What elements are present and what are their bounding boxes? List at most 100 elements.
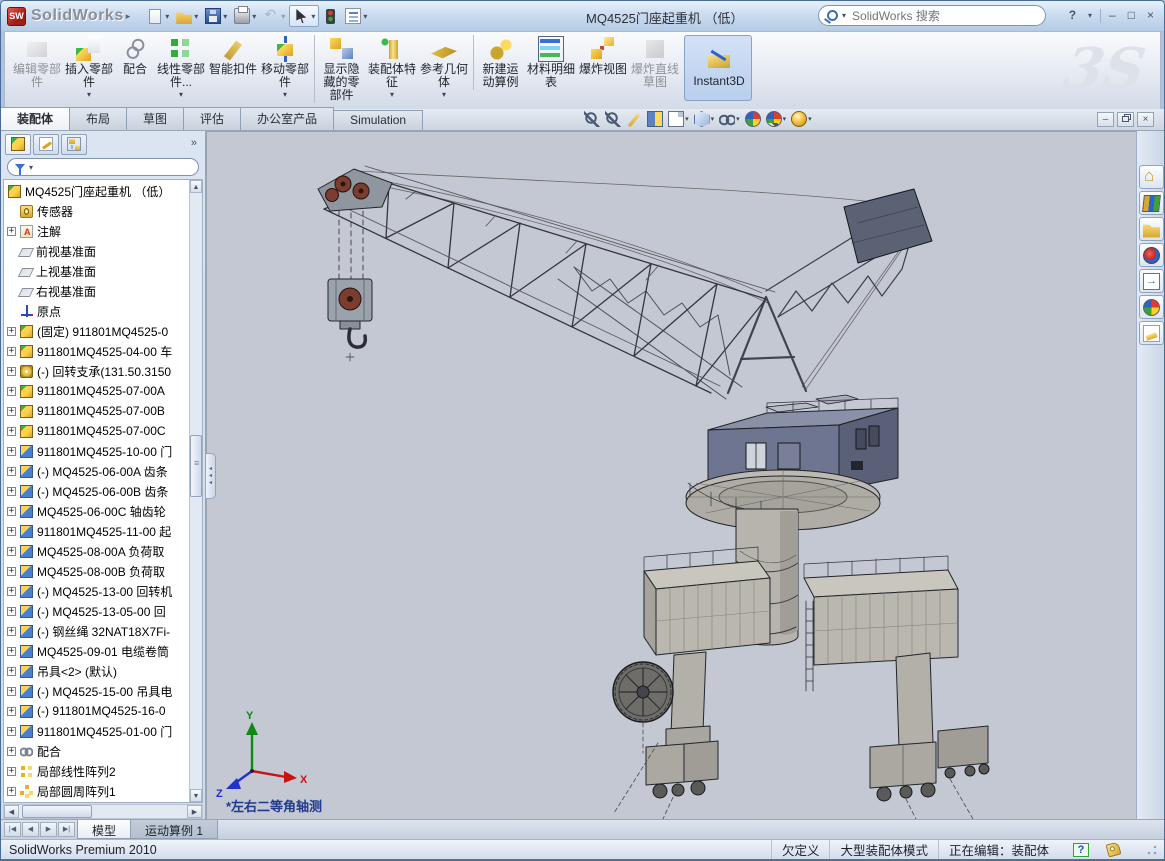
view-toolbar-button[interactable]: ▾ bbox=[765, 110, 788, 128]
expand-toggle[interactable] bbox=[7, 547, 16, 556]
help-button[interactable]: ? bbox=[1065, 7, 1080, 24]
quick-tips-help-icon[interactable]: ? bbox=[1073, 843, 1089, 857]
dropdown-arrow-icon[interactable]: ▾ bbox=[711, 115, 715, 123]
tree-root-item[interactable]: MQ4525门座起重机 （低） bbox=[4, 181, 189, 201]
tree-item[interactable]: 传感器 bbox=[4, 201, 189, 221]
tree-item[interactable]: 911801MQ4525-01-00 门 bbox=[4, 721, 189, 741]
search-input[interactable] bbox=[850, 8, 1037, 24]
sheet-nav-button[interactable]: ◀ bbox=[22, 822, 39, 837]
dropdown-arrow-icon[interactable]: ▾ bbox=[87, 90, 91, 99]
dropdown-arrow-icon[interactable]: ▾ bbox=[252, 12, 256, 21]
tree-item[interactable]: (-) MQ4525-13-05-00 回 bbox=[4, 601, 189, 621]
tree-item[interactable]: 配合 bbox=[4, 741, 189, 761]
tree-item[interactable]: MQ4525-09-01 电缆卷筒 bbox=[4, 641, 189, 661]
ribbon-button[interactable]: 智能扣件 ▾ bbox=[207, 35, 259, 77]
dropdown-arrow-icon[interactable]: ▾ bbox=[736, 115, 740, 123]
tree-item[interactable]: (-) MQ4525-15-00 吊具电 bbox=[4, 681, 189, 701]
expand-toggle[interactable] bbox=[7, 787, 16, 796]
help-dropdown-arrow-icon[interactable]: ▾ bbox=[1084, 7, 1096, 24]
ribbon-tab[interactable]: 装配体 bbox=[0, 107, 70, 130]
tree-item[interactable]: MQ4525-08-00B 负荷取 bbox=[4, 561, 189, 581]
sheet-tab[interactable]: 模型 bbox=[77, 820, 131, 839]
tree-item[interactable]: 前视基准面 bbox=[4, 241, 189, 261]
scrollbar-thumb[interactable] bbox=[190, 435, 202, 497]
ribbon-button[interactable]: 爆炸直线草图 ▾ bbox=[629, 35, 681, 90]
expand-toggle[interactable] bbox=[7, 367, 16, 376]
task-pane-button[interactable] bbox=[1139, 165, 1164, 189]
expand-toggle[interactable] bbox=[7, 647, 16, 656]
task-pane-button[interactable] bbox=[1139, 191, 1164, 215]
expand-toggle[interactable] bbox=[7, 727, 16, 736]
panel-tab[interactable] bbox=[61, 134, 87, 155]
sheet-tab[interactable]: 运动算例 1 bbox=[130, 820, 218, 839]
dropdown-arrow-icon[interactable]: ▾ bbox=[223, 12, 227, 21]
task-pane-button[interactable] bbox=[1139, 295, 1164, 319]
dropdown-arrow-icon[interactable]: ▾ bbox=[783, 115, 787, 123]
view-toolbar-button[interactable]: ▾ bbox=[693, 110, 716, 128]
dropdown-arrow-icon[interactable]: ▾ bbox=[363, 12, 367, 21]
view-toolbar-button[interactable]: ▾ bbox=[604, 110, 622, 128]
ribbon-tab[interactable]: Simulation bbox=[333, 110, 423, 130]
ribbon-button[interactable]: 插入零部件 ▾ bbox=[63, 35, 115, 100]
view-toolbar-button[interactable]: ▾ bbox=[646, 110, 664, 128]
ribbon-button[interactable]: 装配体特征 ▾ bbox=[366, 35, 418, 100]
view-toolbar-button[interactable]: ▾ bbox=[718, 110, 741, 128]
tree-item[interactable]: 右视基准面 bbox=[4, 281, 189, 301]
scroll-up-arrow-icon[interactable]: ▲ bbox=[190, 180, 202, 193]
tree-item[interactable]: (-) MQ4525-06-00B 齿条 bbox=[4, 481, 189, 501]
tree-filter[interactable]: ▾ bbox=[7, 158, 199, 176]
ribbon-button[interactable]: 新建运动算例 ▾ bbox=[473, 35, 525, 90]
minimize-button[interactable]: – bbox=[1105, 7, 1120, 24]
tree-item[interactable]: 局部线性阵列2 bbox=[4, 761, 189, 781]
expand-toggle[interactable] bbox=[7, 387, 16, 396]
tags-icon[interactable] bbox=[1106, 842, 1122, 858]
task-pane-button[interactable] bbox=[1139, 217, 1164, 241]
quick-access-button[interactable]: ▾ bbox=[144, 7, 172, 26]
ribbon-button[interactable]: 材料明细表 ▾ bbox=[525, 35, 577, 90]
expand-toggle[interactable] bbox=[7, 767, 16, 776]
tree-item[interactable]: 911801MQ4525-11-00 起 bbox=[4, 521, 189, 541]
expand-toggle[interactable] bbox=[7, 427, 16, 436]
tree-item[interactable]: MQ4525-06-00C 轴齿轮 bbox=[4, 501, 189, 521]
tree-item[interactable]: (-) 钢丝绳 32NAT18X7Fi- bbox=[4, 621, 189, 641]
dropdown-arrow-icon[interactable]: ▾ bbox=[179, 90, 183, 99]
graphics-viewport[interactable]: Y X Z ◂◂◂ *左右二等角轴测 bbox=[206, 131, 1136, 819]
scrollbar-thumb[interactable] bbox=[22, 805, 92, 818]
view-toolbar-button[interactable]: ▾ bbox=[667, 110, 690, 128]
scroll-left-arrow-icon[interactable]: ◀ bbox=[4, 805, 19, 818]
quick-access-button[interactable]: ▾ bbox=[320, 7, 341, 26]
dropdown-arrow-icon[interactable]: ▾ bbox=[311, 12, 315, 21]
tree-item[interactable]: (-) MQ4525-06-00A 齿条 bbox=[4, 461, 189, 481]
dropdown-arrow-icon[interactable]: ▾ bbox=[283, 90, 287, 99]
quick-access-button[interactable]: ▾ bbox=[342, 6, 370, 26]
task-pane-button[interactable] bbox=[1139, 243, 1164, 267]
panel-tab[interactable] bbox=[5, 134, 31, 155]
quick-access-button[interactable]: ▾ bbox=[173, 6, 201, 26]
dropdown-arrow-icon[interactable]: ▾ bbox=[194, 12, 198, 21]
expand-toggle[interactable] bbox=[7, 687, 16, 696]
ribbon-tab[interactable]: 布局 bbox=[69, 107, 127, 130]
quick-access-button[interactable]: ▾ bbox=[202, 6, 230, 26]
expand-toggle[interactable] bbox=[7, 607, 16, 616]
tree-item[interactable]: (-) 911801MQ4525-16-0 bbox=[4, 701, 189, 721]
view-toolbar-button[interactable]: ▾ bbox=[744, 110, 762, 128]
crane-model[interactable]: Y X Z bbox=[206, 131, 1136, 819]
tree-item[interactable]: MQ4525-08-00A 负荷取 bbox=[4, 541, 189, 561]
close-button[interactable]: × bbox=[1143, 7, 1158, 24]
expand-toggle[interactable] bbox=[7, 447, 16, 456]
task-pane-button[interactable] bbox=[1139, 269, 1164, 293]
panel-tab[interactable] bbox=[33, 134, 59, 155]
expand-toggle[interactable] bbox=[7, 327, 16, 336]
scroll-right-arrow-icon[interactable]: ▶ bbox=[187, 805, 202, 818]
resize-grip[interactable] bbox=[1146, 844, 1158, 856]
dropdown-arrow-icon[interactable]: ▾ bbox=[165, 12, 169, 21]
tree-item[interactable]: 911801MQ4525-04-00 车 bbox=[4, 341, 189, 361]
expand-toggle[interactable] bbox=[7, 347, 16, 356]
ribbon-button[interactable]: 爆炸视图 ▾ bbox=[577, 35, 629, 77]
sheet-nav-button[interactable]: ▶ bbox=[40, 822, 57, 837]
sheet-nav-button[interactable]: |◀ bbox=[4, 822, 21, 837]
tree-item[interactable]: 注解 bbox=[4, 221, 189, 241]
tree-item[interactable]: 911801MQ4525-10-00 门 bbox=[4, 441, 189, 461]
dropdown-arrow-icon[interactable]: ▾ bbox=[808, 115, 812, 123]
tree-item[interactable]: 吊具<2> (默认) bbox=[4, 661, 189, 681]
